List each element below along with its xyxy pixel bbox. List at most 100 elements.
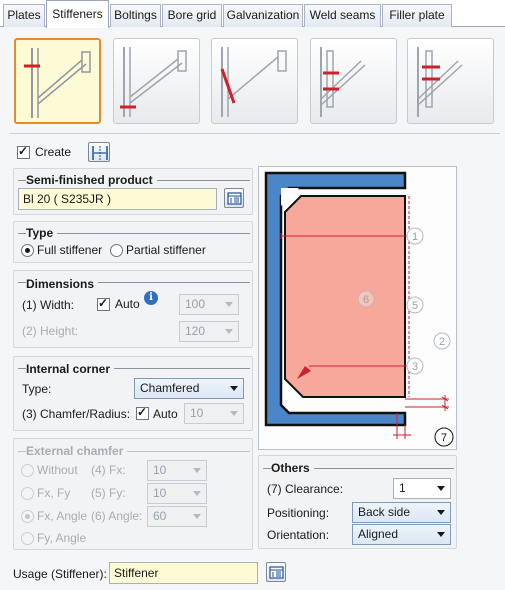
height-label: (2) Height:: [22, 324, 79, 338]
corner-type-label: Type:: [22, 382, 52, 396]
chevron-down-icon: [230, 411, 238, 416]
fx-label: (4) Fx:: [91, 463, 126, 477]
stiffener-variant-5-icon: [417, 47, 463, 117]
fy-combo[interactable]: 10: [147, 483, 207, 504]
chamfer-auto-label: Auto: [153, 407, 178, 421]
tab-bore-grid[interactable]: Bore grid: [162, 4, 222, 27]
external-chamfer-title: External chamfer: [26, 444, 128, 458]
semi-finished-title: Semi-finished product: [26, 173, 157, 187]
stiffener-variant-5-thumbnail[interactable]: [407, 38, 494, 124]
fx-combo[interactable]: 10: [147, 460, 207, 481]
orientation-label: Orientation:: [267, 528, 330, 542]
marker-1: 1: [412, 231, 418, 243]
fy-angle-label: Fy, Angle: [37, 531, 87, 545]
fx-fy-radio[interactable]: [21, 487, 34, 500]
chevron-down-icon: [230, 386, 238, 391]
stiffener-variant-4-thumbnail[interactable]: [310, 38, 397, 124]
positioning-label: Positioning:: [267, 506, 330, 520]
width-value: 100: [185, 297, 206, 311]
chamfer-auto-checkbox[interactable]: [136, 405, 149, 420]
partial-stiffener-label: Partial stiffener: [126, 243, 206, 257]
marker-5: 5: [412, 300, 418, 312]
corner-type-value: Chamfered: [140, 381, 200, 395]
create-checkbox[interactable]: [17, 144, 30, 159]
orientation-value: Aligned: [358, 527, 399, 541]
fy-label: (5) Fy:: [91, 486, 126, 500]
fx-fy-label: Fx, Fy: [37, 486, 71, 500]
chevron-down-icon: [437, 532, 445, 537]
chevron-down-icon: [193, 468, 201, 473]
stiffener-variant-1-icon: [24, 48, 91, 118]
dimensions-title: Dimensions: [26, 277, 99, 291]
fy-value: 10: [153, 486, 167, 500]
tab-weld-seams[interactable]: Weld seams: [304, 4, 381, 27]
without-label: Without: [37, 463, 78, 477]
chevron-down-icon: [225, 302, 233, 307]
info-icon[interactable]: i: [144, 291, 158, 305]
tab-filler-plate[interactable]: Filler plate: [382, 4, 452, 27]
chevron-down-icon: [193, 514, 201, 519]
semi-finished-field[interactable]: Bl 20 ( S235JR ): [18, 188, 217, 210]
chamfer-combo[interactable]: 10: [184, 403, 244, 424]
catalog-icon: [269, 566, 284, 579]
clearance-combo[interactable]: 1: [393, 478, 451, 499]
full-stiffener-label: Full stiffener: [37, 243, 103, 257]
height-value: 120: [185, 324, 206, 338]
type-title: Type: [26, 226, 58, 240]
fx-angle-radio[interactable]: [21, 510, 34, 523]
fx-value: 10: [153, 463, 167, 477]
width-combo[interactable]: 100: [179, 294, 239, 315]
positioning-value: Back side: [358, 505, 411, 519]
chamfer-radius-label: (3) Chamfer/Radius:: [22, 407, 131, 421]
width-auto-checkbox[interactable]: [97, 296, 110, 311]
semi-finished-browse-button[interactable]: [224, 188, 244, 208]
without-radio[interactable]: [21, 464, 34, 477]
separator: [10, 133, 500, 134]
chevron-down-icon: [437, 486, 445, 491]
chevron-down-icon: [225, 329, 233, 334]
create-label: Create: [35, 145, 72, 159]
usage-field[interactable]: Stiffener: [109, 562, 258, 584]
corner-type-combo[interactable]: Chamfered: [134, 378, 244, 399]
tab-stiffeners[interactable]: Stiffeners: [46, 0, 109, 28]
fx-angle-label: Fx, Angle: [37, 509, 88, 523]
catalog-icon: [227, 192, 242, 205]
chamfer-value: 10: [190, 406, 204, 420]
width-label: (1) Width:: [22, 298, 75, 312]
stiffener-variant-2-icon: [120, 47, 187, 117]
tab-galvanization[interactable]: Galvanization: [223, 4, 303, 27]
chevron-down-icon: [193, 491, 201, 496]
stiffener-preview: 1 2 3 5 6 7: [258, 166, 457, 450]
tab-boltings[interactable]: Boltings: [110, 4, 161, 27]
clearance-label: (7) Clearance:: [267, 482, 344, 496]
internal-corner-title: Internal corner: [26, 362, 115, 376]
stiffener-variant-3-icon: [220, 47, 287, 117]
symmetry-icon: [92, 146, 108, 160]
symmetry-button[interactable]: [88, 142, 110, 162]
marker-7: 7: [441, 432, 447, 444]
angle-label: (6) Angle:: [91, 509, 143, 523]
partial-stiffener-radio[interactable]: [110, 244, 123, 257]
positioning-combo[interactable]: Back side: [352, 502, 451, 523]
tab-plates[interactable]: Plates: [3, 4, 45, 27]
chevron-down-icon: [437, 510, 445, 515]
full-stiffener-radio[interactable]: [21, 244, 34, 257]
marker-3: 3: [412, 361, 418, 373]
angle-value: 60: [153, 509, 167, 523]
stiffener-variant-3-thumbnail[interactable]: [211, 38, 298, 124]
clearance-value: 1: [399, 481, 406, 495]
stiffener-section-diagram: 1 2 3 5 6 7: [264, 171, 454, 447]
orientation-combo[interactable]: Aligned: [352, 524, 451, 545]
fy-angle-radio[interactable]: [21, 532, 34, 545]
height-combo[interactable]: 120: [179, 321, 239, 342]
marker-6: 6: [363, 294, 369, 306]
angle-combo[interactable]: 60: [147, 506, 207, 527]
usage-browse-button[interactable]: [266, 562, 286, 582]
stiffener-variant-2-thumbnail[interactable]: [113, 38, 200, 124]
marker-2: 2: [439, 336, 445, 348]
tab-bar: Plates Stiffeners Boltings Bore grid Gal…: [0, 0, 505, 28]
width-auto-label: Auto: [115, 297, 140, 311]
stiffener-variant-1-thumbnail[interactable]: [14, 38, 101, 124]
others-title: Others: [271, 461, 314, 475]
usage-label: Usage (Stiffener):: [13, 567, 107, 581]
